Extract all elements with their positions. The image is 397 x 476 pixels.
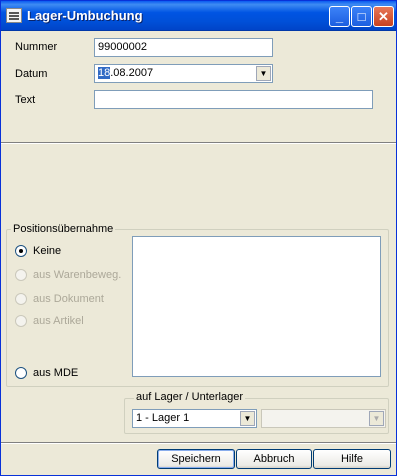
lager-group-label: auf Lager / Unterlager	[134, 391, 246, 403]
lager-select-chevron-down-icon[interactable]: ▼	[240, 411, 255, 426]
help-button[interactable]: Hilfe	[313, 449, 391, 469]
datum-dropdown-chevron-down-icon[interactable]: ▼	[256, 66, 271, 81]
radio-keine[interactable]	[15, 245, 27, 257]
datum-day-selected: 18	[98, 67, 111, 79]
nummer-label: Nummer	[15, 41, 58, 53]
datum-value-rest: .08.2007	[110, 67, 154, 79]
close-button[interactable]: ✕	[373, 6, 394, 27]
radio-keine-label[interactable]: Keine	[33, 245, 61, 257]
unterlager-select[interactable]: ▼	[261, 409, 386, 428]
minimize-button[interactable]: _	[329, 6, 350, 27]
radio-aus-mde[interactable]	[15, 367, 27, 379]
lager-select-value: 1 - Lager 1	[136, 412, 190, 424]
window-title: Lager-Umbuchung	[27, 8, 143, 23]
lager-select[interactable]: 1 - Lager 1 ▼	[132, 409, 257, 428]
datum-label: Datum	[15, 68, 48, 80]
radio-aus-dokument-label[interactable]: aus Dokument	[33, 293, 104, 305]
unterlager-select-chevron-down-icon[interactable]: ▼	[369, 411, 384, 426]
text-field[interactable]	[94, 90, 373, 109]
cancel-button[interactable]: Abbruch	[236, 449, 312, 469]
radio-aus-artikel[interactable]	[15, 315, 27, 327]
maximize-button[interactable]: □	[351, 6, 372, 27]
title-bar: Lager-Umbuchung _ □ ✕	[1, 1, 396, 31]
nummer-field[interactable]: 99000002	[94, 38, 273, 57]
radio-aus-warenbeweg-label[interactable]: aus Warenbeweg.	[33, 269, 121, 281]
dialog-window: Lager-Umbuchung _ □ ✕ Nummer 99000002 Da…	[0, 0, 397, 476]
window-form-icon	[6, 8, 22, 23]
separator-bottom	[1, 442, 396, 444]
text-label: Text	[15, 94, 36, 106]
separator-top	[1, 142, 396, 144]
nummer-value: 99000002	[98, 41, 147, 53]
positions-listbox[interactable]	[132, 236, 381, 377]
radio-aus-mde-label[interactable]: aus MDE	[33, 367, 78, 379]
radio-aus-warenbeweg[interactable]	[15, 269, 27, 281]
radio-aus-artikel-label[interactable]: aus Artikel	[33, 315, 84, 327]
save-button[interactable]: Speichern	[157, 449, 235, 469]
positions-group-label: Positionsübernahme	[11, 223, 116, 235]
datum-field[interactable]: 18.08.2007 ▼	[94, 64, 273, 83]
radio-aus-dokument[interactable]	[15, 293, 27, 305]
